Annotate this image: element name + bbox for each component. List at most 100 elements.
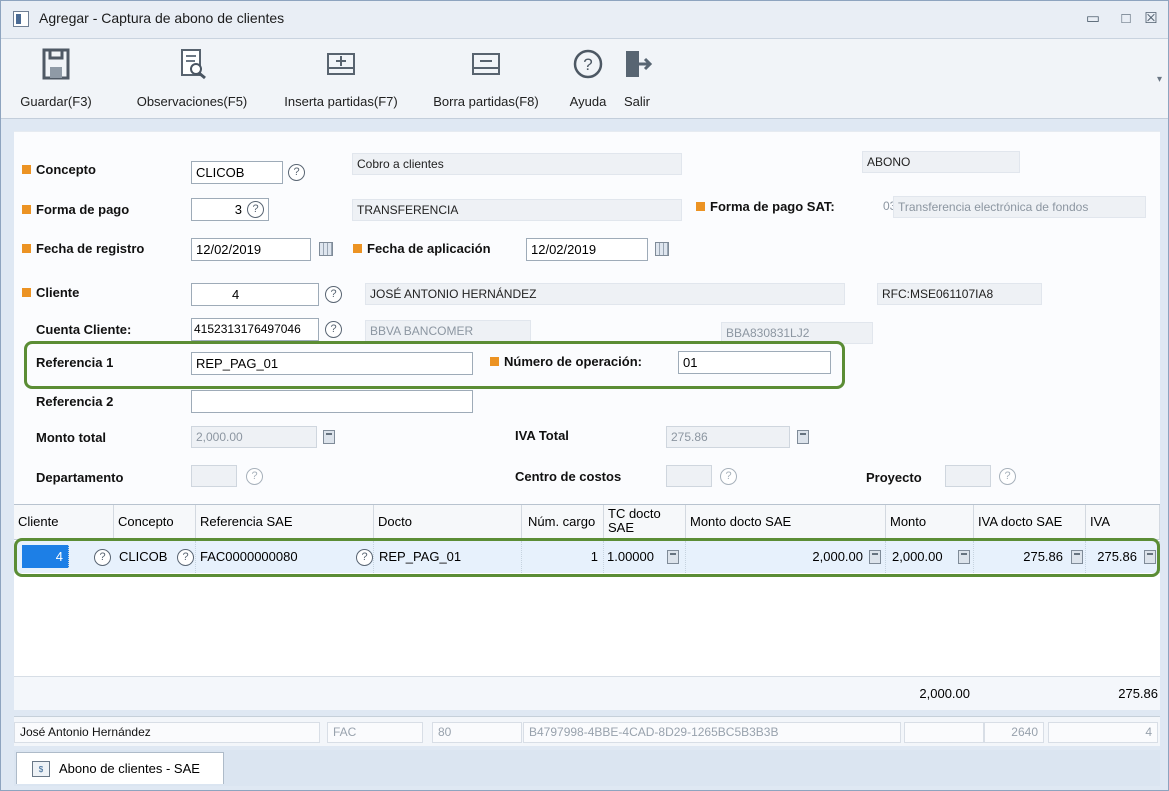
- centro-costos-label: Centro de costos: [515, 469, 622, 484]
- col-concepto[interactable]: Concepto: [114, 505, 196, 540]
- delete-rows-button[interactable]: Borra partidas(F8): [420, 39, 552, 119]
- save-button[interactable]: Guardar(F3): [12, 39, 100, 119]
- col-monto[interactable]: Monto: [886, 505, 974, 540]
- insert-rows-button[interactable]: Inserta partidas(F7): [269, 39, 413, 119]
- col-num-cargo[interactable]: Núm. cargo: [522, 505, 604, 540]
- fecha-registro-label: Fecha de registro: [22, 241, 144, 256]
- total-iva: 275.86: [1118, 686, 1158, 701]
- col-referencia-sae[interactable]: Referencia SAE: [196, 505, 374, 540]
- referencia2-input[interactable]: [191, 390, 473, 413]
- status-uuid: B4797998-4BBE-4CAD-8D29-1265BC5B3B3B: [523, 722, 901, 743]
- toolbar: Guardar(F3) Observaciones(F5) Inserta pa…: [1, 39, 1168, 119]
- status-client-name: José Antonio Hernández: [14, 722, 320, 743]
- col-docto[interactable]: Docto: [374, 505, 522, 540]
- calendar-icon[interactable]: [319, 242, 333, 256]
- departamento-label: Departamento: [36, 470, 124, 485]
- calculator-icon[interactable]: [323, 430, 335, 444]
- form-panel: Concepto CLICOB ? Cobro a clientes ABONO…: [14, 131, 1160, 504]
- concepto-description: Cobro a clientes: [352, 153, 682, 175]
- fecha-aplicacion-label: Fecha de aplicación: [353, 241, 491, 256]
- title-bar: Agregar - Captura de abono de clientes ▭…: [1, 1, 1168, 39]
- abono-capture-window: Agregar - Captura de abono de clientes ▭…: [0, 0, 1169, 791]
- close-button[interactable]: ☒: [1139, 8, 1163, 30]
- cliente-label: Cliente: [22, 285, 79, 300]
- forma-pago-label: Forma de pago: [22, 202, 129, 217]
- status-blank: [904, 722, 984, 743]
- proyecto-input[interactable]: [945, 465, 991, 487]
- centro-costos-help-icon[interactable]: ?: [720, 468, 737, 485]
- totals-row: 2,000.00 275.86: [14, 676, 1160, 710]
- money-icon: $: [32, 761, 50, 777]
- status-number: 2640: [984, 722, 1044, 743]
- concepto-label: Concepto: [22, 162, 96, 177]
- delete-rows-icon: [472, 53, 500, 75]
- exit-icon: [626, 51, 653, 77]
- numero-operacion-label: Número de operación:: [490, 354, 642, 369]
- help-label: Ayuda: [569, 94, 607, 109]
- referencia1-input[interactable]: REP_PAG_01: [191, 352, 473, 375]
- svg-text:?: ?: [583, 55, 592, 74]
- fecha-registro-input[interactable]: 12/02/2019: [191, 238, 311, 261]
- col-monto-docto-sae[interactable]: Monto docto SAE: [686, 505, 886, 540]
- grid-header: Cliente Concepto Referencia SAE Docto Nú…: [14, 505, 1160, 540]
- help-icon: ?: [573, 49, 603, 79]
- row-highlight: [14, 538, 1160, 577]
- calculator-icon[interactable]: [797, 430, 809, 444]
- help-button[interactable]: ? Ayuda: [559, 39, 617, 119]
- cuenta-cliente-label: Cuenta Cliente:: [36, 322, 132, 337]
- calendar-icon[interactable]: [655, 242, 669, 256]
- required-marker: [353, 244, 362, 253]
- required-marker: [22, 205, 31, 214]
- numero-operacion-input[interactable]: 01: [678, 351, 831, 374]
- concepto-type: ABONO: [862, 151, 1020, 173]
- status-bar: José Antonio Hernández FAC 80 B4797998-4…: [14, 716, 1160, 746]
- cliente-input[interactable]: 4: [191, 283, 319, 306]
- required-marker: [490, 357, 499, 366]
- status-doc-type: FAC: [327, 722, 423, 743]
- concepto-help-icon[interactable]: ?: [288, 164, 305, 181]
- forma-pago-description: TRANSFERENCIA: [352, 199, 682, 221]
- required-marker: [22, 288, 31, 297]
- exit-button[interactable]: Salir: [616, 39, 658, 119]
- notes-icon: [181, 49, 206, 80]
- col-tc-docto-sae[interactable]: TC docto SAE: [604, 505, 686, 540]
- delete-rows-label: Borra partidas(F8): [433, 94, 539, 109]
- departamento-input[interactable]: [191, 465, 237, 487]
- cliente-help-icon[interactable]: ?: [325, 286, 342, 303]
- cliente-rfc: RFC:MSE061107IA8: [877, 283, 1042, 305]
- monto-total-value: 2,000.00: [191, 426, 317, 448]
- app-icon: [13, 11, 29, 27]
- col-iva[interactable]: IVA: [1086, 505, 1160, 540]
- tab-bar: $ Abono de clientes - SAE: [14, 750, 1160, 786]
- centro-costos-input[interactable]: [666, 465, 712, 487]
- required-marker: [22, 165, 31, 174]
- forma-pago-sat-description: Transferencia electrónica de fondos: [893, 196, 1146, 218]
- iva-total-value: 275.86: [666, 426, 790, 448]
- save-icon: [42, 48, 70, 80]
- partidas-grid: Cliente Concepto Referencia SAE Docto Nú…: [14, 504, 1160, 710]
- tab-abono-clientes[interactable]: $ Abono de clientes - SAE: [16, 752, 224, 784]
- forma-pago-sat-label: Forma de pago SAT:: [696, 199, 835, 214]
- departamento-help-icon[interactable]: ?: [246, 468, 263, 485]
- save-label: Guardar(F3): [20, 94, 92, 109]
- proyecto-help-icon[interactable]: ?: [999, 468, 1016, 485]
- exit-label: Salir: [623, 94, 650, 109]
- maximize-button[interactable]: □: [1114, 8, 1138, 30]
- toolbar-overflow-icon[interactable]: ▾: [1157, 74, 1162, 85]
- referencia2-label: Referencia 2: [36, 394, 114, 409]
- col-iva-docto-sae[interactable]: IVA docto SAE: [974, 505, 1086, 540]
- referencia1-label: Referencia 1: [36, 355, 114, 370]
- col-cliente[interactable]: Cliente: [14, 505, 114, 540]
- forma-pago-help-icon[interactable]: ?: [247, 201, 264, 218]
- notes-label: Observaciones(F5): [136, 94, 248, 109]
- fecha-aplicacion-input[interactable]: 12/02/2019: [526, 238, 648, 261]
- notes-button[interactable]: Observaciones(F5): [127, 39, 257, 119]
- cuenta-cliente-input[interactable]: 4152313176497046: [191, 318, 319, 341]
- total-monto: 2,000.00: [919, 686, 970, 701]
- concepto-input[interactable]: CLICOB: [191, 161, 283, 184]
- monto-total-label: Monto total: [36, 430, 107, 445]
- cuenta-cliente-help-icon[interactable]: ?: [325, 321, 342, 338]
- minimize-button[interactable]: ▭: [1081, 8, 1105, 30]
- required-marker: [696, 202, 705, 211]
- status-tail: 4: [1048, 722, 1158, 743]
